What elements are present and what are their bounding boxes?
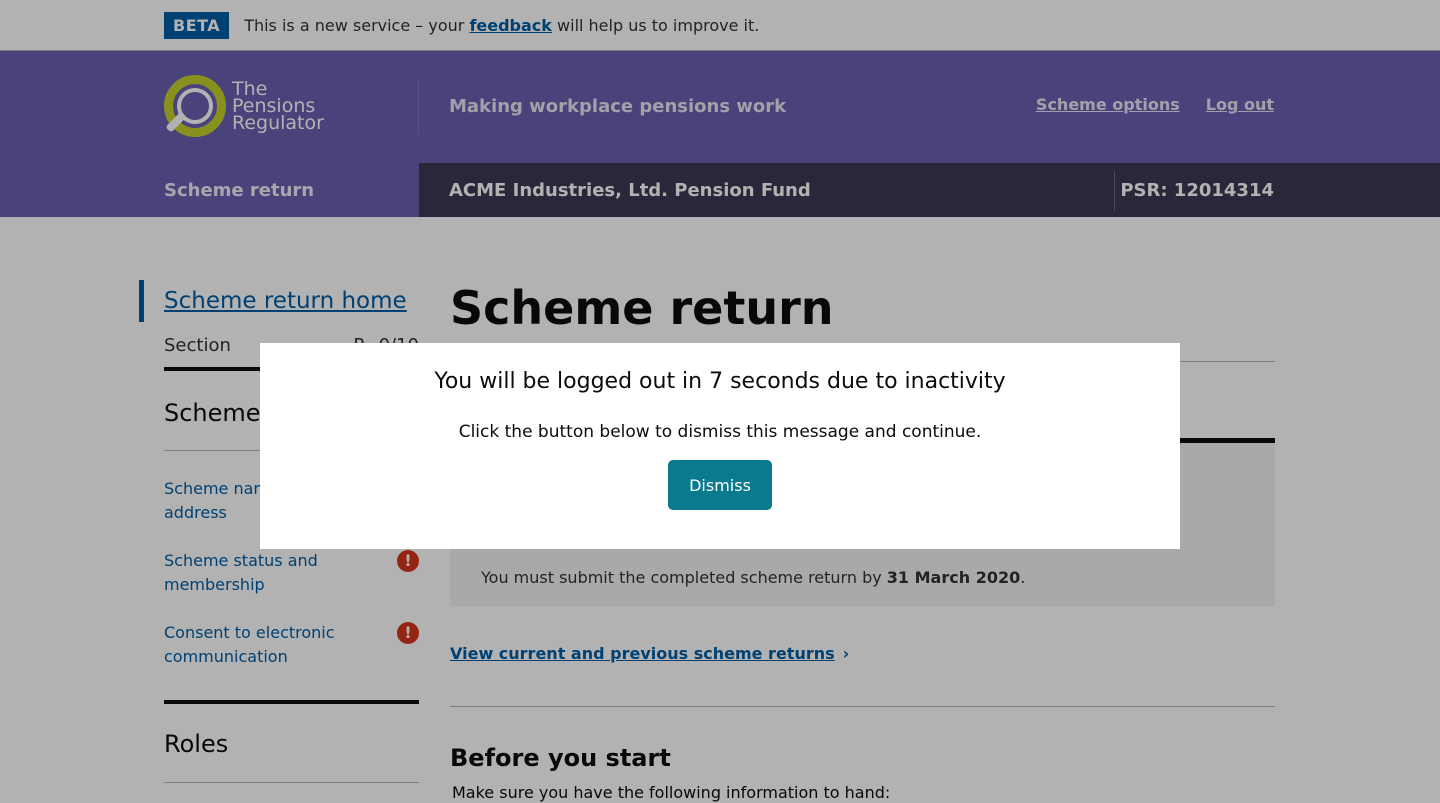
dismiss-button[interactable]: Dismiss bbox=[668, 460, 772, 510]
timeout-dialog: You will be logged out in 7 seconds due … bbox=[260, 343, 1180, 549]
timeout-dialog-title: You will be logged out in 7 seconds due … bbox=[434, 369, 1006, 394]
timeout-dialog-message: Click the button below to dismiss this m… bbox=[458, 422, 982, 442]
